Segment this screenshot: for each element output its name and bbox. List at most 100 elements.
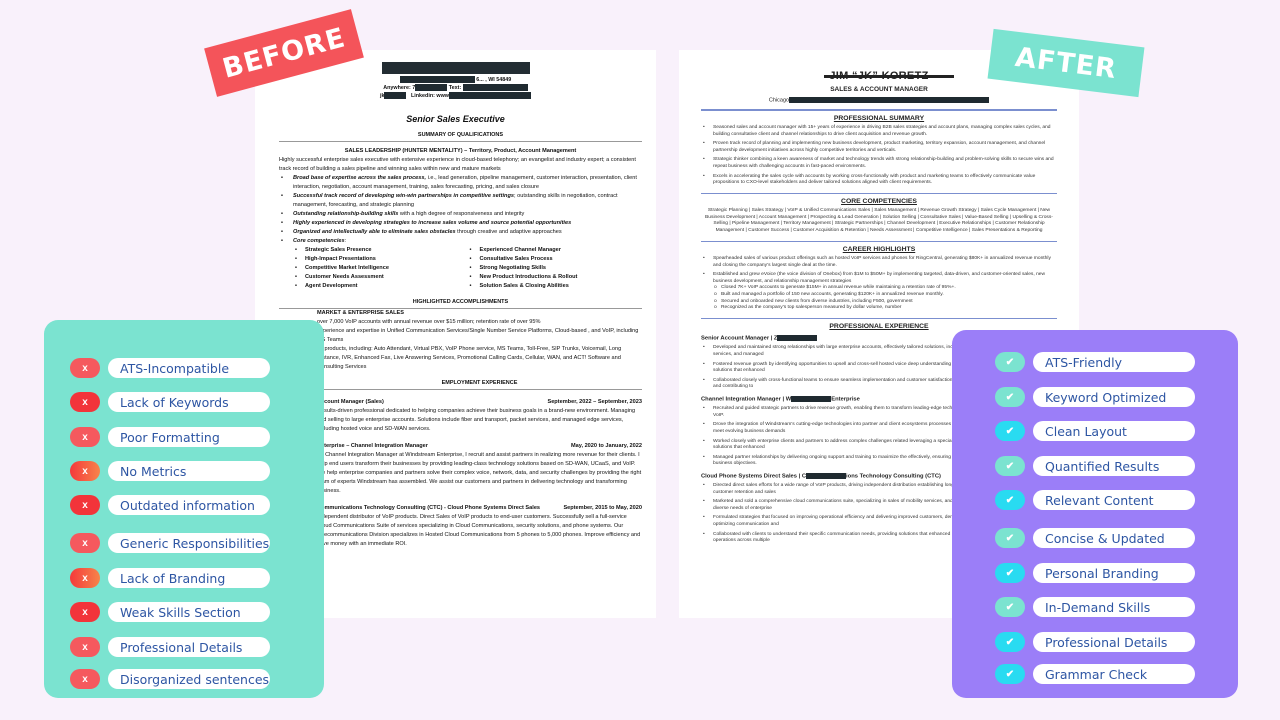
competency-item: Agent Development <box>293 282 468 291</box>
x-icon: x <box>70 358 100 378</box>
highlight-bullet: Spearheaded sales of various product off… <box>701 256 1057 269</box>
benefit-item: ✔ ATS-Friendly <box>995 352 1195 372</box>
job-company-suffix: Enterprise <box>831 396 860 403</box>
after-benefits-panel: ✔ ATS-Friendly ✔ Keyword Optimized ✔ Clean La… <box>952 330 1238 698</box>
job-description: Independent distributor of VoIP products… <box>317 514 641 547</box>
divider <box>701 240 1057 243</box>
issue-item: x Generic Responsibilities <box>70 533 270 553</box>
issue-item: x Professional Details <box>70 637 270 657</box>
highlight-subbullet: Recognized as the company’s top salesper… <box>701 305 1057 312</box>
issue-item: x Lack of Branding <box>70 568 270 588</box>
issue-label: Lack of Keywords <box>108 392 270 412</box>
check-icon: ✔ <box>995 456 1025 476</box>
competency-item: Strong Negotiating Skills <box>468 264 643 273</box>
benefit-label: Relevant Content <box>1033 490 1195 510</box>
redacted-company <box>806 472 847 479</box>
redacted-company <box>777 335 818 342</box>
check-icon: ✔ <box>995 352 1025 372</box>
job-title: Cloud Phone Systems Direct Sales | C <box>701 473 807 480</box>
benefit-item: ✔ Clean Layout <box>995 421 1195 441</box>
competency-item: Solution Sales & Closing Abilities <box>468 282 643 291</box>
job-title: Enterprise – Channel Integration Manager <box>317 443 428 449</box>
summary-bullet: Proven track record of planning and impl… <box>701 141 1057 154</box>
summary-bullet: Outstanding relationship-building skills… <box>279 210 642 219</box>
summary-bullet: Highly experienced in developing strateg… <box>279 219 642 228</box>
redacted-name <box>381 62 530 74</box>
job-description: Results-driven professional dedicated to… <box>317 408 636 432</box>
summary-subheading: SALES LEADERSHIP (HUNTER MENTALITY) – Te… <box>344 148 577 154</box>
check-icon: ✔ <box>995 632 1025 652</box>
summary-bullet: Seasoned sales and account manager with … <box>701 125 1057 138</box>
issue-label: Outdated information <box>108 495 270 515</box>
check-icon: ✔ <box>995 421 1025 441</box>
check-icon: ✔ <box>995 528 1025 548</box>
job-header: Enterprise – Channel Integration Manager… <box>317 442 642 451</box>
divider <box>701 192 1057 195</box>
x-icon: x <box>70 427 100 447</box>
benefit-item: ✔ Professional Details <box>995 632 1195 652</box>
bullet-emphasis: Highly experienced in developing strateg… <box>293 220 572 226</box>
accomplishment-item: experience and expertise in Unified Comm… <box>317 328 639 343</box>
benefit-label: Concise & Updated <box>1033 528 1195 548</box>
benefit-item: ✔ Quantified Results <box>995 456 1195 476</box>
competency-item: Consultative Sales Process <box>468 255 643 264</box>
x-icon: x <box>70 602 100 622</box>
benefit-label: Quantified Results <box>1033 456 1195 476</box>
issue-item: x Poor Formatting <box>70 427 270 447</box>
issue-label: Generic Responsibilities <box>108 533 270 553</box>
section-heading: CAREER HIGHLIGHTS <box>842 246 916 254</box>
job-title: Channel Integration Manager | W <box>701 396 792 403</box>
issue-label: Professional Details <box>108 637 270 657</box>
job-title: Senior Account Manager | Z <box>701 335 778 342</box>
competency-item: Competitive Market Intelligence <box>293 264 468 273</box>
bullet-emphasis: Organized and intellectually able to eli… <box>293 229 456 235</box>
competency-item: Experienced Channel Manager <box>468 246 643 255</box>
competency-item: New Product Introductions & Rollout <box>468 273 643 282</box>
section-heading: HIGHLIGHTED ACCOMPLISHMENTS <box>279 299 642 309</box>
benefit-item: ✔ Personal Branding <box>995 563 1195 583</box>
x-icon: x <box>70 495 100 515</box>
x-icon: x <box>70 533 100 553</box>
summary-bullet: Strategic thinker combining a keen aware… <box>701 157 1057 170</box>
competency-item: Customer Needs Assessment <box>293 273 468 282</box>
accomplishment-item: us products, including: Auto Attendant, … <box>317 346 622 370</box>
issue-item: x Lack of Keywords <box>70 392 270 412</box>
job-company-suffix: ions Technology Consulting (CTC) <box>846 473 941 480</box>
check-icon: ✔ <box>995 563 1025 583</box>
highlight-bullet: Established and grew eVoice (the voice d… <box>701 272 1057 285</box>
bullet-emphasis: Successful track record of developing wi… <box>293 193 515 199</box>
section-heading: PROFESSIONAL SUMMARY <box>833 114 925 122</box>
benefit-label: Clean Layout <box>1033 421 1195 441</box>
benefit-item: ✔ Keyword Optimized <box>995 387 1195 407</box>
redacted-company <box>791 396 832 403</box>
issue-label: ATS-Incompatible <box>108 358 270 378</box>
issue-label: Weak Skills Section <box>108 602 270 622</box>
job-header: Account Manager (Sales) September, 2022 –… <box>317 398 642 407</box>
before-issues-panel: x ATS-Incompatible x Lack of Keywords x Poor … <box>44 320 324 698</box>
summary-bullet: Successful track record of developing wi… <box>279 192 642 210</box>
bullet-emphasis: Broad base of expertise across the sales… <box>293 175 427 181</box>
issue-item: x Weak Skills Section <box>70 602 270 622</box>
check-icon: ✔ <box>995 664 1025 684</box>
benefit-item: ✔ Grammar Check <box>995 664 1195 684</box>
benefit-label: ATS-Friendly <box>1033 352 1195 372</box>
bullet-emphasis: Core competencies <box>293 238 345 244</box>
job-description: As Channel Integration Manager at Windst… <box>317 452 642 494</box>
summary-bullet: Broad base of expertise across the sales… <box>279 174 642 192</box>
benefit-label: In-Demand Skills <box>1033 597 1195 617</box>
highlight-subbullet: Built and managed a portfolio of 150 new… <box>701 292 1057 299</box>
competency-item: High-Impact Presentations <box>293 255 468 264</box>
benefit-item: ✔ Relevant Content <box>995 490 1195 510</box>
issue-label: No Metrics <box>108 461 270 481</box>
job-dates: May, 2020 to January, 2022 <box>571 443 642 449</box>
job-title: Account Manager (Sales) <box>317 399 384 405</box>
issue-item: x Outdated information <box>70 495 270 515</box>
benefit-label: Personal Branding <box>1033 563 1195 583</box>
divider <box>701 317 1057 320</box>
x-icon: x <box>70 637 100 657</box>
job-header: Communications Technology Consulting (CT… <box>317 504 642 513</box>
issue-item: x No Metrics <box>70 461 270 481</box>
resume-email: jk Linkedin: www <box>255 92 656 100</box>
benefit-label: Grammar Check <box>1033 664 1195 684</box>
check-icon: ✔ <box>995 490 1025 510</box>
